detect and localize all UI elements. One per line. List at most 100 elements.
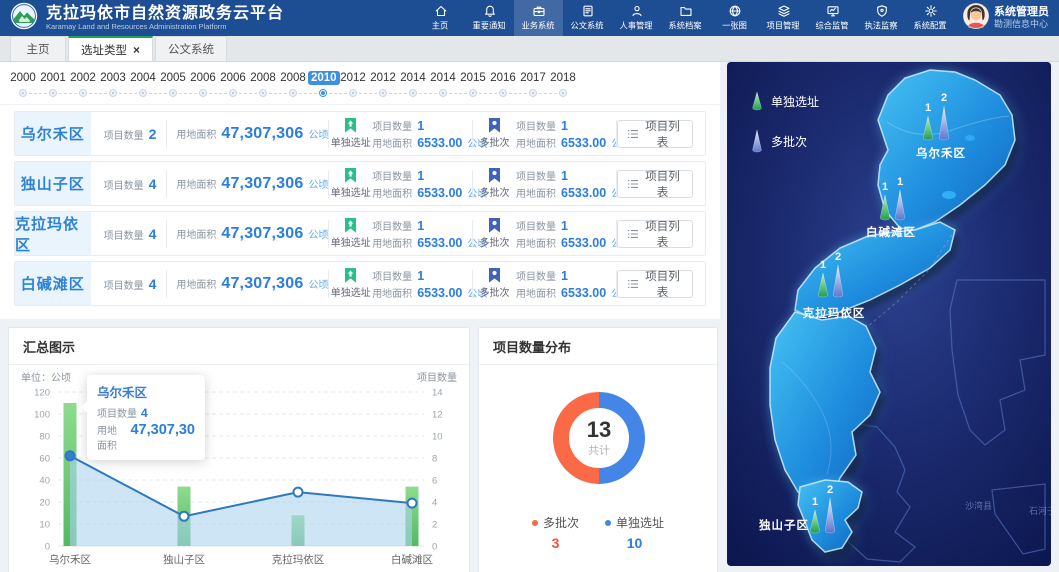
year-item-2004[interactable]: 2004 bbox=[128, 70, 158, 100]
year-item-2012[interactable]: 2012 bbox=[368, 70, 398, 100]
multi-batch-badge: 多批次 bbox=[473, 218, 516, 249]
year-dot[interactable] bbox=[409, 89, 417, 97]
list-icon bbox=[628, 129, 638, 139]
project-list-button[interactable]: 项目列表 bbox=[617, 120, 693, 148]
year-dot[interactable] bbox=[49, 89, 57, 97]
single-site-badge: 单独选址 bbox=[329, 218, 372, 249]
district-row-克拉玛依区: 克拉玛依区项目数量4用地面积47,307,306公顷单独选址项目数量1用地面积6… bbox=[14, 211, 706, 256]
year-item-2002[interactable]: 2002 bbox=[68, 70, 98, 100]
year-dot[interactable] bbox=[319, 89, 327, 97]
tab-公文系统[interactable]: 公文系统 bbox=[155, 36, 227, 61]
donut-total: 13 bbox=[587, 418, 611, 442]
multi-batch-badge: 多批次 bbox=[473, 168, 516, 199]
year-item-2008[interactable]: 2008 bbox=[278, 70, 308, 100]
project-list-button[interactable]: 项目列表 bbox=[617, 270, 693, 298]
top-nav: 主页重要通知业务系统公文系统人事管理系统档案一张图项目管理综合监管执法监察系统配… bbox=[416, 0, 955, 36]
year-dot[interactable] bbox=[289, 89, 297, 97]
district-name: 克拉玛依区 bbox=[15, 212, 91, 255]
svg-text:8: 8 bbox=[432, 454, 437, 465]
year-dot[interactable] bbox=[529, 89, 537, 97]
project-list-button[interactable]: 项目列表 bbox=[617, 170, 693, 198]
marker-multi-count: 1 bbox=[897, 176, 903, 188]
marker-multi-count: 2 bbox=[835, 251, 841, 263]
multi-batch-ribbon-icon bbox=[489, 218, 500, 233]
user-profile[interactable]: 系统管理员 勘测信息中心 bbox=[963, 3, 1051, 34]
district-name: 独山子区 bbox=[15, 162, 91, 205]
nav-item-folder[interactable]: 系统档案 bbox=[661, 0, 710, 36]
year-dot[interactable] bbox=[139, 89, 147, 97]
year-item-2015[interactable]: 2015 bbox=[458, 70, 488, 100]
year-item-2014[interactable]: 2014 bbox=[398, 70, 428, 100]
year-item-2001[interactable]: 2001 bbox=[38, 70, 68, 100]
nav-item-person[interactable]: 人事管理 bbox=[612, 0, 661, 36]
folder-icon bbox=[679, 4, 693, 18]
svg-text:120: 120 bbox=[34, 388, 50, 399]
home-icon bbox=[434, 4, 448, 18]
nav-item-document[interactable]: 公文系统 bbox=[563, 0, 612, 36]
year-dot[interactable] bbox=[469, 89, 477, 97]
marker-single-count: 1 bbox=[820, 259, 826, 271]
year-dot[interactable] bbox=[559, 89, 567, 97]
year-dot[interactable] bbox=[199, 89, 207, 97]
nav-item-shield[interactable]: 执法监察 bbox=[857, 0, 906, 36]
year-item-2017[interactable]: 2017 bbox=[518, 70, 548, 100]
year-dot[interactable] bbox=[499, 89, 507, 97]
tab-选址类型[interactable]: 选址类型× bbox=[68, 36, 153, 61]
year-dot[interactable] bbox=[349, 89, 357, 97]
donut-legend: 多批次 3 单独选址 10 bbox=[479, 514, 717, 551]
year-dot[interactable] bbox=[79, 89, 87, 97]
close-tab-icon[interactable]: × bbox=[133, 45, 140, 55]
svg-text:独山子区: 独山子区 bbox=[163, 553, 205, 566]
nav-item-monitor[interactable]: 综合监管 bbox=[808, 0, 857, 36]
year-item-2006[interactable]: 2006 bbox=[218, 70, 248, 100]
nav-item-briefcase[interactable]: 业务系统 bbox=[514, 0, 563, 36]
single-site-stats: 项目数量1用地面积6533.00公顷 bbox=[372, 168, 472, 200]
svg-text:80: 80 bbox=[39, 432, 50, 443]
map-lake-2 bbox=[965, 135, 975, 141]
year-item-2008[interactable]: 2008 bbox=[248, 70, 278, 100]
year-item-2000[interactable]: 2000 bbox=[8, 70, 38, 100]
nav-item-layers[interactable]: 项目管理 bbox=[759, 0, 808, 36]
shield-icon bbox=[875, 4, 889, 18]
year-item-2018[interactable]: 2018 bbox=[548, 70, 578, 100]
single-site-ribbon-icon bbox=[345, 218, 356, 233]
year-dot[interactable] bbox=[439, 89, 447, 97]
year-item-2003[interactable]: 2003 bbox=[98, 70, 128, 100]
nav-item-bell[interactable]: 重要通知 bbox=[465, 0, 514, 36]
year-dot[interactable] bbox=[259, 89, 267, 97]
year-dot[interactable] bbox=[229, 89, 237, 97]
combo-chart: 0010220440660880101001212014乌尔禾区独山子区克拉玛依… bbox=[10, 378, 468, 572]
svg-text:10: 10 bbox=[432, 432, 443, 443]
marker-single-count: 1 bbox=[812, 496, 818, 508]
tab-主页[interactable]: 主页 bbox=[10, 36, 66, 61]
legend-value-multi: 3 bbox=[532, 535, 579, 551]
district-project-count: 项目数量2 bbox=[104, 126, 166, 142]
map-district-label-乌尔禾区: 乌尔禾区 bbox=[916, 146, 966, 160]
svg-text:白碱滩区: 白碱滩区 bbox=[391, 553, 433, 566]
year-dot[interactable] bbox=[19, 89, 27, 97]
legend-item-single: 单独选址 10 bbox=[605, 514, 664, 551]
year-dot[interactable] bbox=[109, 89, 117, 97]
year-item-2010-selected[interactable]: 2010 bbox=[308, 70, 338, 100]
year-item-2005[interactable]: 2005 bbox=[158, 70, 188, 100]
single-site-badge: 单独选址 bbox=[329, 118, 372, 149]
year-item-2012[interactable]: 2012 bbox=[338, 70, 368, 100]
year-dot[interactable] bbox=[379, 89, 387, 97]
multi-batch-badge: 多批次 bbox=[473, 268, 516, 299]
layers-icon bbox=[777, 4, 791, 18]
nav-item-home[interactable]: 主页 bbox=[416, 0, 465, 36]
year-item-2016[interactable]: 2016 bbox=[488, 70, 518, 100]
year-item-2014[interactable]: 2014 bbox=[428, 70, 458, 100]
nav-item-globe[interactable]: 一张图 bbox=[710, 0, 759, 36]
year-item-2006[interactable]: 2006 bbox=[188, 70, 218, 100]
multi-batch-stats: 项目数量1用地面积6533.00公顷 bbox=[516, 168, 616, 200]
svg-text:40: 40 bbox=[39, 476, 50, 487]
list-icon bbox=[628, 179, 638, 189]
marker-single-count: 1 bbox=[882, 181, 888, 193]
multi-batch-stats: 项目数量1用地面积6533.00公顷 bbox=[516, 218, 616, 250]
nav-item-gear[interactable]: 系统配置 bbox=[906, 0, 955, 36]
svg-text:4: 4 bbox=[432, 498, 437, 509]
multi-batch-ribbon-icon bbox=[489, 268, 500, 283]
project-list-button[interactable]: 项目列表 bbox=[617, 220, 693, 248]
year-dot[interactable] bbox=[169, 89, 177, 97]
